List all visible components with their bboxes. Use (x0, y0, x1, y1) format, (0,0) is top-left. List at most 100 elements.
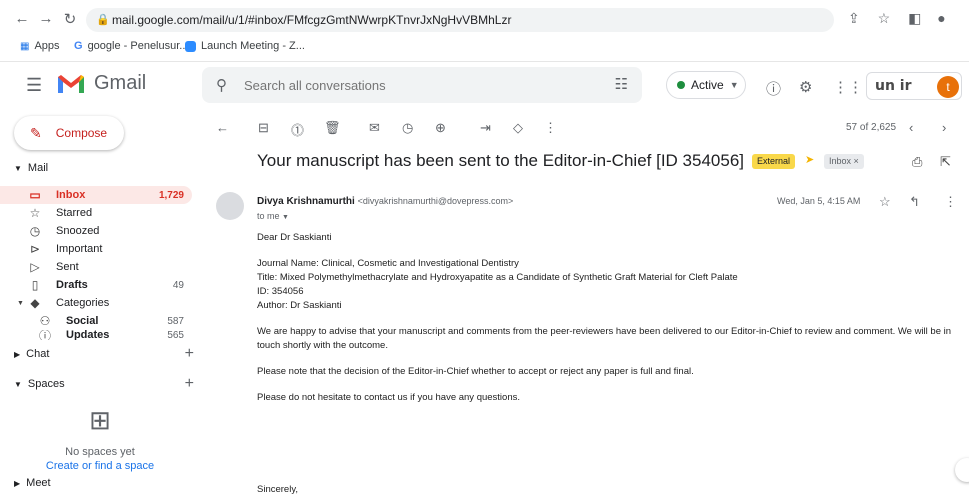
apps-icon[interactable]: ⋮⋮ (833, 78, 863, 96)
clock-icon: ◷ (29, 224, 41, 238)
message-toolbar: ← ⊟ ⓵ 🗑 ✉ ◷ ⊕ ⇥ ◇ ⋮ 57 of 2,625 ‹ › (202, 110, 969, 146)
status-dropdown[interactable]: Active ▼ (666, 71, 746, 99)
mail-section-header[interactable]: ▼ Mail (14, 162, 194, 174)
more-vert-icon[interactable]: ⋮ (544, 120, 557, 136)
lock-icon: 🔒 (96, 14, 110, 26)
open-new-window-icon[interactable]: ⇱ (940, 154, 951, 170)
browser-actions: ⇪ ☆ ◧ ● (848, 10, 946, 27)
delete-icon[interactable]: 🗑 (324, 120, 341, 136)
compose-button[interactable]: ✎ Compose (14, 116, 124, 150)
avatar[interactable]: t (937, 76, 959, 98)
url-row: ← → ↻ 🔒 mail.google.com/mail/u/1/#inbox/… (0, 6, 969, 34)
add-task-icon[interactable]: ⊕ (435, 120, 446, 136)
message-view: ← ⊟ ⓵ 🗑 ✉ ◷ ⊕ ⇥ ◇ ⋮ 57 of 2,625 ‹ › Your… (202, 110, 969, 495)
back-icon[interactable]: ← (12, 10, 32, 27)
brand-logo: un ir (875, 78, 912, 94)
sidebar-item-sent[interactable]: ▷ Sent (0, 258, 192, 276)
sender-email: <divyakrishnamurthi@dovepress.com> (357, 196, 514, 206)
star-icon[interactable]: ☆ (879, 194, 891, 210)
bookmark-star-icon[interactable]: ☆ (878, 10, 891, 26)
sidebar-item-important[interactable]: ⊳ Important (0, 240, 192, 258)
compose-label: Compose (55, 126, 108, 140)
help-icon[interactable]: ⓘ (766, 78, 781, 99)
sidebar-item-updates[interactable]: ⓘ Updates 565 (0, 330, 192, 340)
print-icon[interactable]: ⎙ (912, 154, 922, 170)
account-brand[interactable]: un ir t (866, 72, 962, 100)
search-input[interactable] (244, 75, 584, 95)
sidebar-item-starred[interactable]: ☆ Starred (0, 204, 192, 222)
search-bar[interactable]: ⚲ ☷ (202, 67, 642, 103)
caret-right-icon: ▶ (14, 349, 21, 359)
snooze-icon[interactable]: ◷ (402, 120, 413, 136)
search-options-icon[interactable]: ☷ (615, 75, 628, 93)
add-space-icon[interactable]: + (185, 375, 194, 393)
caret-down-icon: ▼ (14, 163, 22, 173)
spaces-section-header[interactable]: ▼ Spaces + (14, 375, 194, 393)
important-marker-icon[interactable]: ➤ (805, 153, 814, 166)
mark-unread-icon[interactable]: ✉ (369, 120, 380, 136)
search-icon[interactable]: ⚲ (216, 76, 227, 94)
browser-chrome: ← → ↻ 🔒 mail.google.com/mail/u/1/#inbox/… (0, 0, 969, 62)
gmail-m-icon (58, 74, 84, 93)
menu-icon[interactable]: ☰ (26, 75, 42, 96)
app-name: Gmail (94, 72, 147, 94)
sidebar-item-inbox[interactable]: ▭ Inbox 1,729 (0, 186, 192, 204)
recipient-dropdown[interactable]: to me ▼ (257, 211, 289, 221)
caret-down-icon: ▼ (14, 379, 22, 389)
chevron-down-icon: ▼ (729, 80, 739, 90)
caret-down-icon: ▼ (282, 214, 289, 221)
sidebar-item-social[interactable]: ⚇ Social 587 (0, 312, 192, 330)
apps-grid-icon: ▦ (20, 40, 30, 52)
sender-name[interactable]: Divya Krishnamurthi (257, 196, 355, 207)
create-space-link[interactable]: Create or find a space (40, 460, 160, 472)
external-badge: External (752, 154, 796, 169)
reply-icon[interactable]: ↰ (909, 194, 920, 210)
email-date: Wed, Jan 5, 4:15 AM (777, 196, 861, 206)
back-arrow-icon[interactable]: ← (216, 120, 229, 135)
gear-icon[interactable]: ⚙ (799, 78, 812, 96)
body-paragraph: We are happy to advise that your manuscr… (257, 326, 952, 351)
address-bar[interactable]: 🔒 mail.google.com/mail/u/1/#inbox/FMfcgz… (86, 8, 834, 32)
label-icon[interactable]: ◇ (513, 120, 523, 136)
prev-icon[interactable]: ‹ (909, 120, 913, 135)
sidebar-item-categories[interactable]: ▼ ◆ Categories (0, 294, 192, 312)
more-vert-icon[interactable]: ⋮ (944, 194, 957, 210)
sender-avatar (216, 192, 244, 220)
pager-count: 57 of 2,625 (846, 122, 897, 133)
zoom-icon (185, 40, 196, 52)
spaces-empty-state: ⊞ No spaces yet Create or find a space (40, 405, 160, 472)
chat-section-header[interactable]: ▶ Chat + (14, 345, 194, 363)
report-spam-icon[interactable]: ⓵ (291, 120, 304, 139)
gmail-header: ☰ Gmail ⚲ ☷ Active ▼ ⓘ ⚙ ⋮⋮ un ir t (0, 62, 969, 110)
forward-icon[interactable]: → (36, 10, 56, 27)
share-icon[interactable]: ⇪ (848, 10, 860, 26)
info-icon: ⓘ (38, 330, 51, 340)
profile-icon[interactable]: ● (937, 10, 945, 26)
next-icon[interactable]: › (942, 120, 946, 135)
url-text: mail.google.com/mail/u/1/#inbox/FMfcgzGm… (112, 13, 512, 27)
draft-icon: ▯ (31, 278, 39, 292)
sidebar-item-drafts[interactable]: ▯ Drafts 49 (0, 276, 192, 294)
body-paragraph: Please note that the decision of the Edi… (257, 366, 694, 377)
google-icon: G (74, 40, 83, 52)
bookmark-google[interactable]: G google - Penelusur... (74, 40, 188, 52)
reload-icon[interactable]: ↻ (60, 10, 80, 28)
caret-right-icon: ▶ (14, 478, 21, 488)
meet-section-header[interactable]: ▶ Meet (14, 477, 194, 489)
bookmark-zoom[interactable]: Launch Meeting - Z... (185, 40, 305, 52)
inbox-icon: ▭ (29, 188, 41, 202)
inbox-label-chip[interactable]: Inbox × (824, 154, 864, 169)
label-icon: ◆ (30, 296, 40, 310)
status-label: Active (691, 78, 724, 92)
status-dot (677, 81, 685, 89)
archive-icon[interactable]: ⊟ (258, 120, 269, 136)
sidebar-item-snoozed[interactable]: ◷ Snoozed (0, 222, 192, 240)
move-to-icon[interactable]: ⇥ (480, 120, 491, 136)
email-subject: Your manuscript has been sent to the Edi… (257, 151, 744, 170)
send-icon: ▷ (30, 260, 40, 274)
add-chat-icon[interactable]: + (185, 345, 194, 363)
sidepanel-icon[interactable]: ◧ (908, 10, 921, 26)
caret-down-icon: ▼ (17, 299, 24, 307)
gmail-logo[interactable]: Gmail (56, 72, 146, 95)
bookmark-apps[interactable]: ▦ Apps (20, 40, 60, 52)
